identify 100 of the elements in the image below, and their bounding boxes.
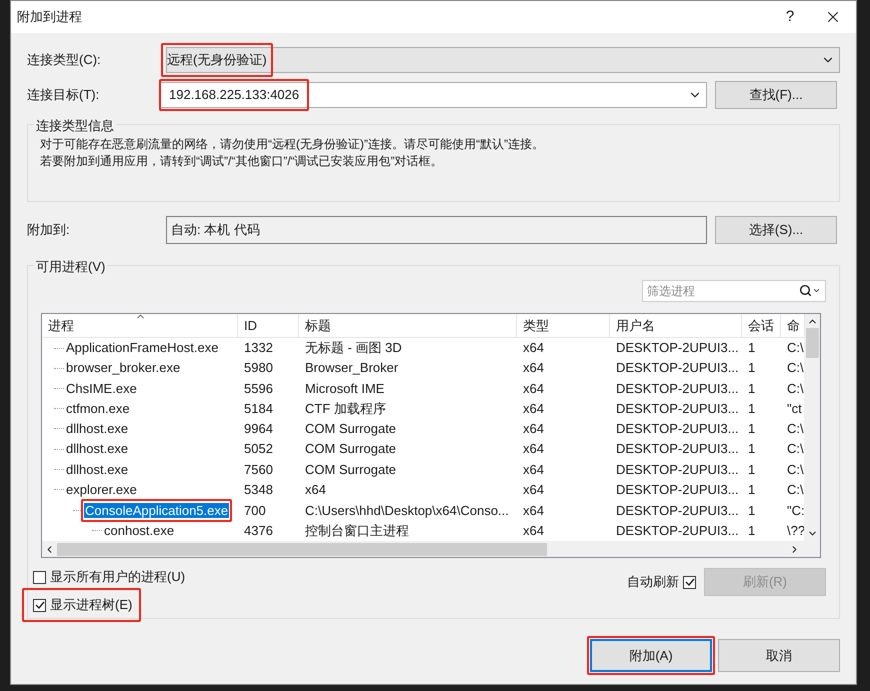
table-cell: CTF 加载程序 bbox=[305, 400, 386, 416]
table-cell: 1 bbox=[748, 462, 756, 477]
table-cell: C:\Users\hhd\Desktop\x64\Conso... bbox=[305, 502, 509, 518]
table-cell: x64 bbox=[523, 462, 544, 477]
process-row[interactable]: dllhost.exe 7560 COM Surrogate x64 DESKTOP-2UPUI3... 1 C:\ bbox=[42, 459, 804, 480]
search-icon bbox=[799, 284, 812, 298]
option-label: 显示进程树(E) bbox=[50, 596, 132, 614]
process-name: dllhost.exe bbox=[65, 440, 130, 458]
table-cell: COM Surrogate bbox=[305, 462, 396, 477]
process-row[interactable]: conhost.exe 4376 控制台窗口主进程 x64 DESKTOP-2UPUI3... 1 \?? bbox=[42, 520, 804, 541]
table-cell: 1 bbox=[748, 502, 756, 518]
table-cell: "ct bbox=[787, 400, 802, 416]
table-cell: Microsoft IME bbox=[305, 380, 384, 396]
table-cell: 1 bbox=[748, 400, 756, 416]
table-cell: x64 bbox=[523, 502, 544, 518]
table-cell: 1 bbox=[748, 421, 756, 436]
table-cell: 7560 bbox=[244, 462, 273, 477]
info-text: 对于可能存在恶意刷流量的网络，请勿使用“远程(无身份验证)”连接。请尽可能使用“默认”连接。 bbox=[40, 136, 545, 152]
dialog-button[interactable]: 取消 bbox=[718, 639, 840, 672]
column-header[interactable]: 会话 bbox=[742, 314, 781, 337]
table-cell: "C: bbox=[787, 502, 805, 518]
table-cell: 5980 bbox=[244, 360, 273, 376]
process-row[interactable]: ConsoleApplication5.exe 700 C:\Users\hhd\Desktop\x64\Conso... x64 DESKTOP-2UPUI3... 1 "C: bbox=[42, 500, 804, 521]
table-cell: 1 bbox=[748, 482, 756, 497]
filter-input[interactable]: 筛选进程 bbox=[647, 282, 799, 300]
table-cell: DESKTOP-2UPUI3... bbox=[616, 462, 739, 477]
table-cell: DESKTOP-2UPUI3... bbox=[616, 482, 739, 497]
table-cell: 5596 bbox=[244, 380, 273, 396]
table-cell: 无标题 - 画图 3D bbox=[305, 340, 402, 356]
field-label: 连接类型(C): bbox=[27, 51, 102, 70]
checkbox[interactable] bbox=[33, 570, 46, 584]
column-header[interactable]: 类型 bbox=[517, 314, 610, 337]
table-cell: DESKTOP-2UPUI3... bbox=[616, 502, 739, 518]
table-cell: C:\ bbox=[787, 340, 804, 356]
column-header[interactable]: 标题 bbox=[299, 314, 517, 337]
process-name: browser_broker.exe bbox=[65, 359, 182, 378]
table-cell: DESKTOP-2UPUI3... bbox=[616, 400, 739, 416]
process-row[interactable]: ApplicationFrameHost.exe 1332 无标题 - 画图 3D x64 DESKTOP-2UPUI3... 1 C:\ bbox=[42, 338, 804, 358]
table-cell: x64 bbox=[523, 441, 544, 456]
table-cell: C:\ bbox=[787, 441, 804, 456]
table-cell: x64 bbox=[523, 360, 544, 376]
help-button[interactable]: ? bbox=[770, 2, 810, 32]
scroll-thumb[interactable] bbox=[57, 542, 547, 556]
horizontal-scrollbar[interactable] bbox=[42, 541, 820, 557]
process-row[interactable]: ChsIME.exe 5596 Microsoft IME x64 DESKTOP-2UPUI3... 1 C:\ bbox=[42, 378, 804, 399]
filter-field[interactable]: 筛选进程 bbox=[642, 280, 826, 302]
field-value: 自动: 本机 代码 bbox=[171, 221, 260, 239]
vertical-scrollbar[interactable] bbox=[804, 314, 820, 541]
table-cell: 4376 bbox=[244, 523, 273, 538]
table-cell: x64 bbox=[523, 482, 544, 497]
check-icon bbox=[684, 577, 694, 587]
table-cell: COM Surrogate bbox=[305, 441, 396, 456]
select-button[interactable]: 选择(S)... bbox=[715, 216, 837, 244]
input-field[interactable]: 192.168.225.133:4026 bbox=[160, 82, 707, 108]
table-cell: DESKTOP-2UPUI3... bbox=[616, 441, 739, 456]
checkbox-option[interactable]: 显示进程树(E) bbox=[31, 594, 132, 616]
checkbox-option[interactable]: 显示所有用户的进程(U) bbox=[31, 566, 186, 588]
info-text: 若要附加到通用应用，请转到“调试”/“其他窗口”/“调试已安装应用包”对话框。 bbox=[40, 152, 444, 170]
process-row[interactable]: dllhost.exe 9964 COM Surrogate x64 DESKTOP-2UPUI3... 1 C:\ bbox=[42, 418, 804, 440]
checkbox[interactable] bbox=[33, 598, 46, 612]
input-value: 192.168.225.133:4026 bbox=[169, 86, 300, 104]
table-cell: 5184 bbox=[244, 400, 273, 416]
table-cell: 700 bbox=[244, 502, 266, 518]
process-row[interactable]: ctfmon.exe 5184 CTF 加载程序 x64 DESKTOP-2UPUI3... 1 "ct bbox=[42, 398, 804, 419]
process-name: ConsoleApplication5.exe bbox=[84, 502, 230, 518]
check-icon bbox=[34, 600, 44, 610]
dialog-button[interactable]: 附加(A) bbox=[590, 639, 712, 672]
table-cell: x64 bbox=[305, 482, 326, 497]
table-cell: 1 bbox=[748, 380, 756, 396]
process-name: ChsIME.exe bbox=[65, 380, 138, 398]
table-cell: COM Surrogate bbox=[305, 421, 396, 436]
column-header[interactable]: 用户名 bbox=[610, 314, 742, 337]
process-name: ctfmon.exe bbox=[65, 400, 131, 418]
table-cell: C:\ bbox=[787, 462, 804, 477]
find-button[interactable]: 查找(F)... bbox=[715, 81, 837, 109]
table-cell: C:\ bbox=[787, 482, 804, 497]
checkbox[interactable] bbox=[683, 576, 696, 588]
group-title: 可用进程(V) bbox=[34, 257, 108, 276]
option-label: 显示所有用户的进程(U) bbox=[50, 568, 186, 586]
process-row[interactable]: explorer.exe 5348 x64 x64 DESKTOP-2UPUI3... 1 C:\ bbox=[42, 480, 804, 500]
field-label: 连接目标(T): bbox=[27, 86, 100, 104]
table-cell: 1 bbox=[748, 340, 756, 356]
column-header[interactable]: 进程 bbox=[42, 314, 238, 337]
process-name: dllhost.exe bbox=[65, 420, 130, 438]
table-cell: 1 bbox=[748, 441, 756, 456]
process-row[interactable]: dllhost.exe 5052 COM Surrogate x64 DESKTOP-2UPUI3... 1 C:\ bbox=[42, 439, 804, 460]
table-cell: 5052 bbox=[244, 441, 273, 456]
process-row[interactable]: browser_broker.exe 5980 Browser_Broker x64 DESKTOP-2UPUI3... 1 C:\ bbox=[42, 358, 804, 378]
table-cell: DESKTOP-2UPUI3... bbox=[616, 340, 739, 356]
table-cell: 控制台窗口主进程 bbox=[305, 523, 409, 538]
field-label: 附加到: bbox=[27, 221, 71, 240]
process-name: ApplicationFrameHost.exe bbox=[65, 339, 220, 358]
table-cell: DESKTOP-2UPUI3... bbox=[616, 360, 739, 376]
table-cell: Browser_Broker bbox=[305, 360, 398, 376]
table-cell: \?? bbox=[787, 523, 806, 538]
process-name: dllhost.exe bbox=[65, 460, 130, 479]
column-header[interactable]: ID bbox=[238, 314, 299, 337]
table-cell: x64 bbox=[523, 400, 544, 416]
table-cell: 1 bbox=[748, 360, 756, 376]
scroll-thumb[interactable] bbox=[806, 328, 818, 358]
